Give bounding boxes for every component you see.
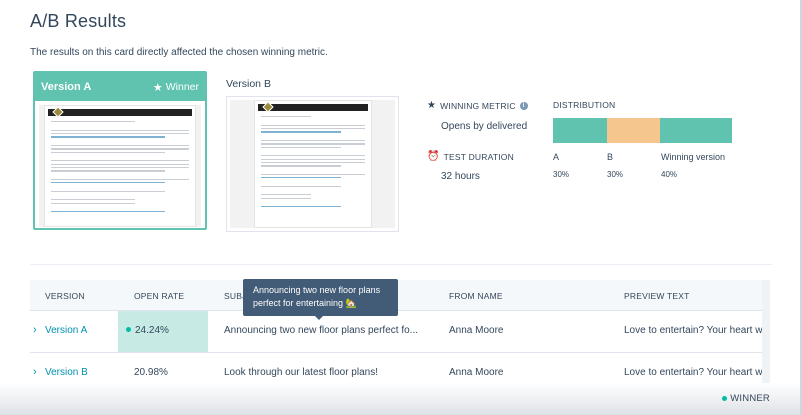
row-from-name: Anna Moore	[449, 367, 504, 378]
row-subject[interactable]: Look through our latest floor plans!	[224, 367, 378, 378]
distribution-segment-winning	[660, 118, 732, 143]
email-thumbnail	[254, 100, 372, 228]
distribution-segment-a	[553, 118, 607, 143]
row-preview-text: Love to entertain? Your heart will be	[624, 367, 770, 378]
column-header-open-rate[interactable]: OPEN RATE	[134, 291, 184, 301]
row-from-name: Anna Moore	[449, 325, 504, 336]
version-b-card[interactable]	[226, 96, 399, 232]
page-title: A/B Results	[30, 11, 127, 31]
row-preview-text: Love to entertain? Your heart will be	[624, 325, 770, 336]
test-duration-value: 32 hours	[441, 171, 480, 182]
version-a-card[interactable]: Version A ★ Winner	[33, 71, 207, 230]
winner-legend: WINNER	[722, 393, 770, 404]
version-b-label: Version B	[226, 78, 271, 90]
winner-badge-label: Winner	[165, 81, 199, 93]
test-duration-label: ⏰ TEST DURATION	[427, 151, 514, 162]
version-b-email-preview[interactable]	[230, 100, 395, 228]
column-header-from-name[interactable]: FROM NAME	[449, 291, 503, 301]
test-duration-label-text: TEST DURATION	[443, 151, 514, 162]
row-open-rate-value: 20.98%	[134, 367, 168, 378]
table-row[interactable]: › Version A 24.24% Announcing two new fl…	[30, 311, 770, 353]
star-icon: ★	[427, 100, 437, 111]
chevron-right-icon[interactable]: ›	[33, 366, 37, 378]
logo-icon	[52, 106, 64, 118]
version-a-email-preview[interactable]	[39, 105, 201, 227]
email-header-bar	[258, 101, 368, 113]
star-icon: ★	[152, 81, 163, 94]
email-thumbnail	[44, 105, 196, 227]
subject-tooltip: Announcing two new floor plans perfect f…	[243, 279, 398, 316]
distribution-bar	[553, 118, 732, 143]
winner-dot-icon	[722, 396, 728, 401]
distribution-segment-b	[606, 118, 661, 143]
row-version-link[interactable]: Version A	[45, 325, 87, 336]
row-version-link[interactable]: Version B	[45, 367, 88, 378]
winner-dot-icon	[126, 327, 131, 332]
winner-legend-label: WINNER	[730, 393, 770, 404]
winning-metric-value: Opens by delivered	[441, 121, 528, 132]
distribution-label: DISTRIBUTION	[553, 100, 616, 110]
distribution-name-winning: Winning version	[661, 152, 726, 162]
distribution-name-b: B	[607, 152, 614, 162]
row-open-rate-value: 24.24%	[135, 325, 169, 336]
logo-icon	[262, 101, 274, 113]
row-open-rate: 24.24%	[126, 325, 169, 336]
distribution-percent-a: 30%	[553, 170, 570, 179]
row-subject[interactable]: Announcing two new floor plans perfect f…	[224, 325, 418, 336]
winning-metric-label: ★ WINNING METRIC i	[427, 100, 528, 111]
page-subtitle: The results on this card directly affect…	[30, 47, 328, 58]
winner-badge: ★ Winner	[153, 81, 199, 94]
column-header-version[interactable]: VERSION	[45, 291, 85, 301]
column-header-preview-text[interactable]: PREVIEW TEXT	[624, 291, 690, 301]
clock-icon: ⏰	[427, 151, 440, 162]
tooltip-arrow	[314, 315, 324, 320]
info-icon[interactable]: i	[519, 101, 528, 110]
footer-shade	[0, 383, 802, 415]
distribution-percent-b: 30%	[607, 170, 624, 179]
table-header: VERSION OPEN RATE SUBJ FROM NAME PREVIEW…	[30, 280, 770, 311]
distribution-name-a: A	[553, 152, 560, 162]
winning-metric-label-text: WINNING METRIC	[440, 100, 516, 111]
chevron-right-icon[interactable]: ›	[33, 324, 37, 336]
distribution-percent-winning: 40%	[661, 170, 678, 179]
version-a-header: Version A ★ Winner	[35, 73, 205, 101]
version-a-label: Version A	[41, 81, 92, 93]
section-divider	[30, 264, 772, 265]
email-header-bar	[48, 106, 192, 118]
